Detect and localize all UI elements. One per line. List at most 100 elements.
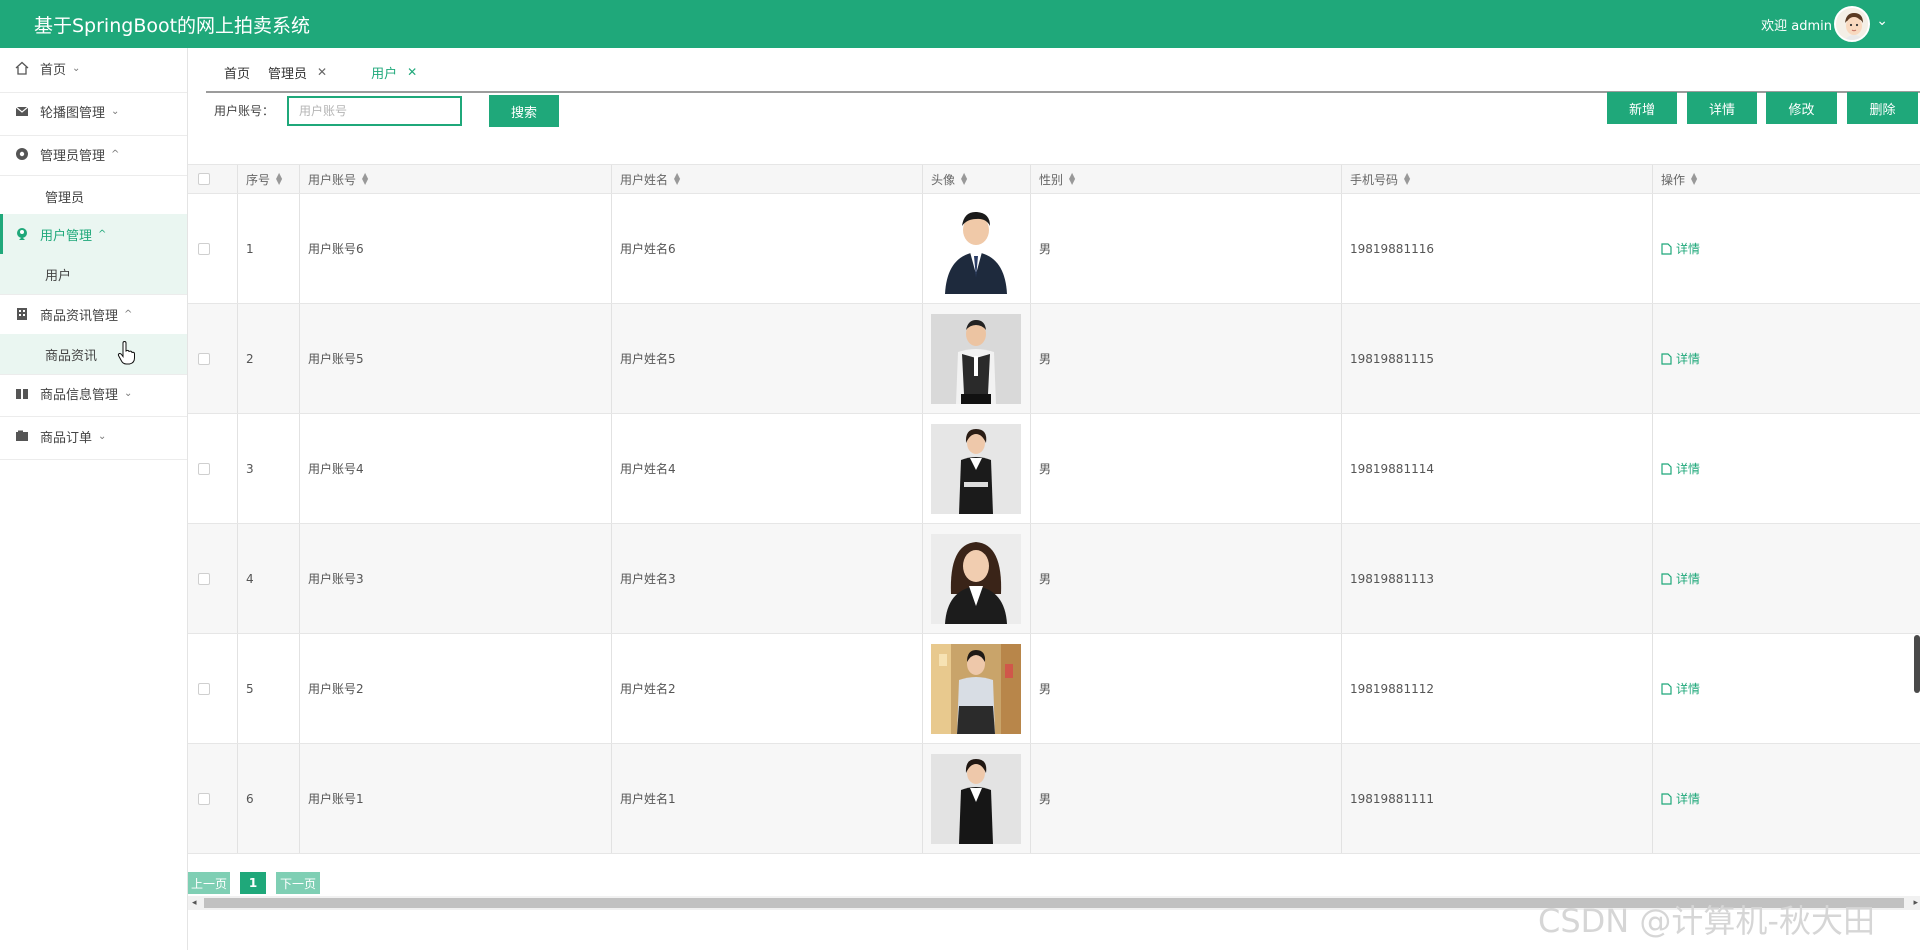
cell-index: 4 bbox=[238, 524, 300, 633]
scroll-left-icon[interactable]: ◂ bbox=[192, 896, 197, 910]
row-checkbox[interactable] bbox=[198, 682, 210, 695]
avatar-photo[interactable] bbox=[931, 313, 1021, 404]
row-checkbox[interactable] bbox=[198, 352, 210, 365]
sidebar-item-admin-mgmt[interactable]: 管理员管理 ^ bbox=[0, 134, 187, 174]
detail-link-label: 详情 bbox=[1676, 572, 1701, 586]
column-header-avatar[interactable]: 头像 ▲ ▼ bbox=[923, 165, 1031, 193]
next-page-button[interactable]: 下一页 bbox=[276, 872, 320, 894]
sidebar-item-label: 用户管理 bbox=[40, 228, 93, 244]
pagination: 上一页 1 下一页 bbox=[188, 872, 320, 894]
cell-name: 用户姓名5 bbox=[612, 304, 923, 413]
detail-link[interactable]: 详情 bbox=[1661, 570, 1700, 587]
sidebar-item-banner[interactable]: 轮播图管理 ⌄ bbox=[0, 91, 187, 131]
cell-gender: 男 bbox=[1031, 194, 1342, 303]
detail-link[interactable]: 详情 bbox=[1661, 240, 1700, 257]
sidebar-subitem-user[interactable]: 用户 bbox=[0, 254, 187, 294]
avatar-photo[interactable] bbox=[931, 643, 1021, 734]
tab-bar: 首页 管理员 ✕ 用户 ✕ bbox=[224, 62, 435, 82]
table-row[interactable]: 2 用户账号5 用户姓名5 男 19819881115 详情 bbox=[188, 304, 1920, 414]
row-checkbox[interactable] bbox=[198, 462, 210, 475]
document-icon bbox=[1661, 792, 1672, 805]
sidebar-item-goods-mgmt[interactable]: 商品信息管理 ⌄ bbox=[0, 373, 187, 413]
detail-button[interactable]: 详情 bbox=[1687, 92, 1757, 124]
close-icon[interactable]: ✕ bbox=[317, 65, 327, 79]
sidebar-item-news-mgmt[interactable]: 商品资讯管理 ^ bbox=[0, 294, 187, 334]
row-checkbox[interactable] bbox=[198, 242, 210, 255]
avatar-photo[interactable] bbox=[931, 533, 1021, 624]
cell-phone: 19819881114 bbox=[1342, 414, 1653, 523]
table-row[interactable]: 4 用户账号3 用户姓名3 男 19819881113 详情 bbox=[188, 524, 1920, 634]
cell-account: 用户账号6 bbox=[300, 194, 612, 303]
column-label: 用户账号 bbox=[308, 172, 357, 187]
table-row[interactable]: 5 用户账号2 用户姓名2 男 19819881112 详情 bbox=[188, 634, 1920, 744]
table-row[interactable]: 6 用户账号1 用户姓名1 男 19819881111 详情 bbox=[188, 744, 1920, 854]
sort-icon[interactable]: ▲ ▼ bbox=[1404, 172, 1410, 186]
sort-icon[interactable]: ▲ ▼ bbox=[276, 172, 282, 186]
detail-link-label: 详情 bbox=[1676, 682, 1701, 696]
detail-link[interactable]: 详情 bbox=[1661, 350, 1700, 367]
sidebar-item-home[interactable]: 首页 ⌄ bbox=[0, 48, 187, 88]
detail-link-label: 详情 bbox=[1676, 462, 1701, 476]
detail-link-label: 详情 bbox=[1676, 242, 1701, 256]
row-select-cell bbox=[188, 414, 238, 523]
edit-button[interactable]: 修改 bbox=[1766, 92, 1837, 124]
chevron-down-icon[interactable]: ⌄ bbox=[1876, 13, 1888, 29]
table-row[interactable]: 3 用户账号4 用户姓名4 男 19819881114 详情 bbox=[188, 414, 1920, 524]
column-header-account[interactable]: 用户账号 ▲ ▼ bbox=[300, 165, 612, 193]
sidebar-item-user-mgmt[interactable]: 用户管理 ^ bbox=[0, 214, 187, 254]
column-header-index[interactable]: 序号 ▲ ▼ bbox=[238, 165, 300, 193]
row-select-cell bbox=[188, 744, 238, 853]
column-header-name[interactable]: 用户姓名 ▲ ▼ bbox=[612, 165, 923, 193]
avatar-photo[interactable] bbox=[931, 423, 1021, 514]
document-icon bbox=[1661, 572, 1672, 585]
column-header-gender[interactable]: 性别 ▲ ▼ bbox=[1031, 165, 1342, 193]
close-icon[interactable]: ✕ bbox=[407, 65, 417, 79]
row-checkbox[interactable] bbox=[198, 792, 210, 805]
column-label: 序号 bbox=[246, 172, 271, 187]
search-input[interactable] bbox=[287, 96, 462, 126]
hand-cursor-icon bbox=[117, 340, 137, 369]
sort-icon[interactable]: ▲ ▼ bbox=[1691, 172, 1697, 186]
cell-account: 用户账号5 bbox=[300, 304, 612, 413]
sort-icon[interactable]: ▲ ▼ bbox=[674, 172, 680, 186]
sidebar-item-orders[interactable]: 商品订单 ⌄ bbox=[0, 416, 187, 456]
column-header-phone[interactable]: 手机号码 ▲ ▼ bbox=[1342, 165, 1653, 193]
scroll-right-icon[interactable]: ▸ bbox=[1913, 896, 1918, 910]
avatar-photo[interactable] bbox=[931, 203, 1021, 294]
detail-link[interactable]: 详情 bbox=[1661, 460, 1700, 477]
avatar-icon[interactable] bbox=[1834, 6, 1870, 42]
cell-gender: 男 bbox=[1031, 744, 1342, 853]
sort-icon[interactable]: ▲ ▼ bbox=[1069, 172, 1075, 186]
page-number-button[interactable]: 1 bbox=[240, 872, 266, 894]
sort-icon[interactable]: ▲ ▼ bbox=[961, 172, 967, 186]
cell-action: 详情 bbox=[1653, 634, 1920, 743]
tab-user[interactable]: 用户 ✕ bbox=[371, 63, 417, 82]
sidebar-subitem-news[interactable]: 商品资讯 bbox=[0, 334, 187, 374]
column-label: 头像 bbox=[931, 172, 956, 187]
sort-icon[interactable]: ▲ ▼ bbox=[362, 172, 368, 186]
tab-home[interactable]: 首页 bbox=[224, 63, 250, 82]
cell-avatar bbox=[923, 524, 1031, 633]
column-header-action[interactable]: 操作 ▲ ▼ bbox=[1653, 165, 1920, 193]
cell-avatar bbox=[923, 634, 1031, 743]
avatar-photo[interactable] bbox=[931, 753, 1021, 844]
cell-gender: 男 bbox=[1031, 304, 1342, 413]
tab-admin[interactable]: 管理员 ✕ bbox=[268, 63, 327, 82]
table-row[interactable]: 1 用户账号6 用户姓名6 男 19819881116 详情 bbox=[188, 194, 1920, 304]
detail-link[interactable]: 详情 bbox=[1661, 790, 1700, 807]
add-button[interactable]: 新增 bbox=[1607, 92, 1677, 124]
sidebar-subitem-admin[interactable]: 管理员 bbox=[0, 176, 187, 216]
detail-link[interactable]: 详情 bbox=[1661, 680, 1700, 697]
cell-phone: 19819881113 bbox=[1342, 524, 1653, 633]
row-select-cell bbox=[188, 634, 238, 743]
prev-page-button[interactable]: 上一页 bbox=[188, 872, 230, 894]
cell-phone: 19819881112 bbox=[1342, 634, 1653, 743]
search-button[interactable]: 搜索 bbox=[489, 95, 559, 127]
row-select-cell bbox=[188, 194, 238, 303]
sidebar-item-label: 商品资讯管理 bbox=[40, 308, 119, 324]
select-all-checkbox[interactable] bbox=[198, 173, 210, 185]
delete-button[interactable]: 删除 bbox=[1847, 92, 1918, 124]
row-checkbox[interactable] bbox=[198, 572, 210, 585]
tab-label: 管理员 bbox=[268, 66, 308, 82]
vertical-scrollbar-thumb[interactable] bbox=[1914, 635, 1920, 693]
